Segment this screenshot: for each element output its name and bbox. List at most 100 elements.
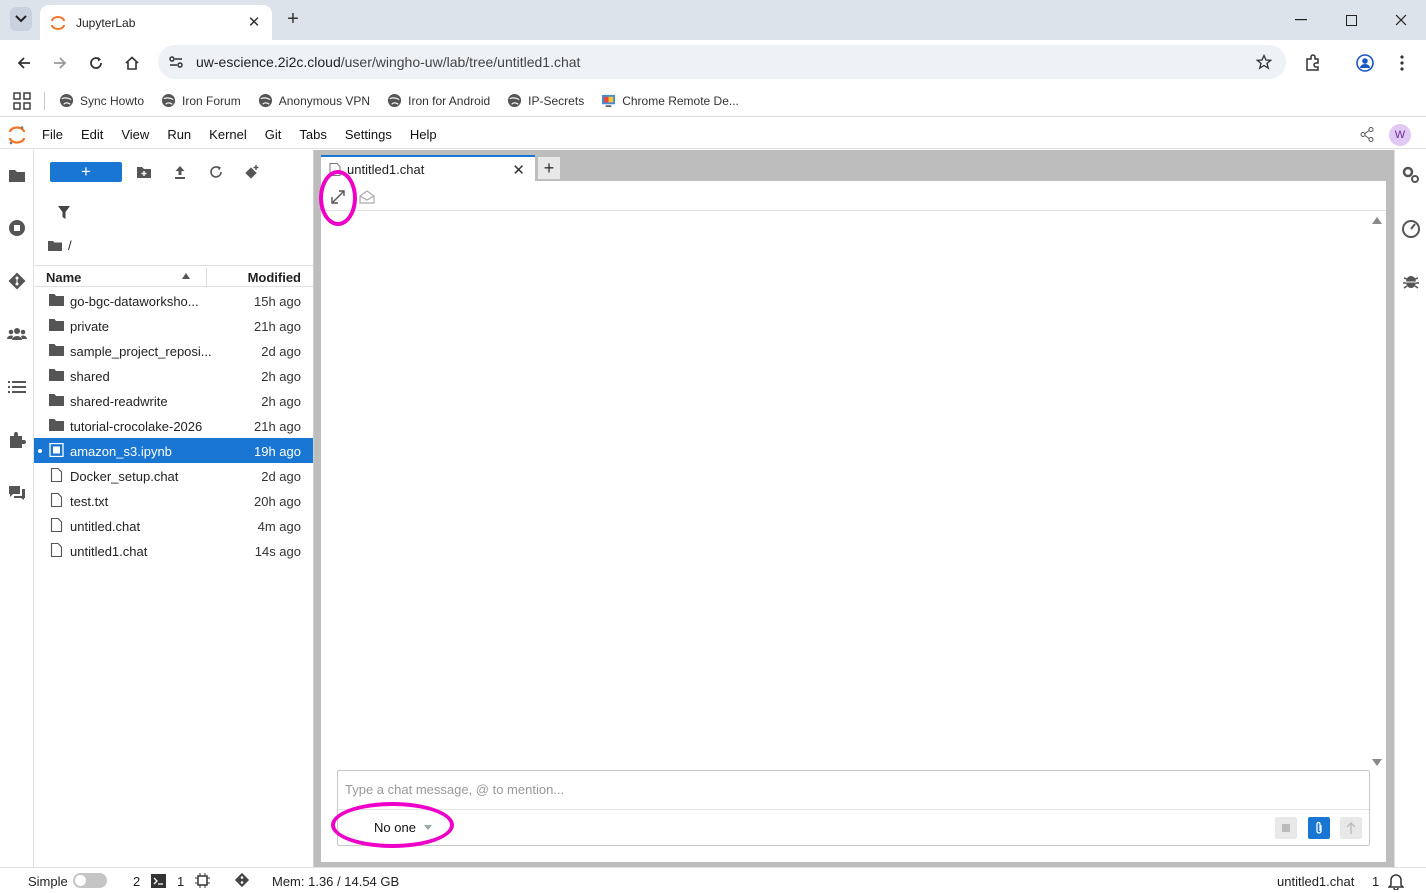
table-of-contents-tab[interactable] (6, 376, 28, 398)
file-list-item[interactable]: private 21h ago (34, 313, 313, 338)
menu-kernel[interactable]: Kernel (209, 127, 247, 142)
scroll-up-arrow[interactable] (1372, 217, 1382, 224)
file-modified: 2h ago (261, 369, 301, 384)
file-list-item[interactable]: sample_project_reposi... 2d ago (34, 338, 313, 363)
forward-button[interactable] (48, 51, 72, 75)
browser-tab[interactable]: JupyterLab ✕ (40, 5, 272, 40)
user-avatar[interactable]: W (1389, 124, 1411, 146)
property-inspector-icon[interactable] (1400, 164, 1422, 186)
profile-button[interactable] (1353, 51, 1377, 75)
menu-settings[interactable]: Settings (345, 127, 392, 142)
window-controls (1276, 0, 1426, 40)
menu-git[interactable]: Git (265, 127, 282, 142)
file-list-item[interactable]: shared-readwrite 2h ago (34, 388, 313, 413)
running-sessions-tab[interactable] (6, 217, 28, 239)
close-window-button[interactable] (1376, 0, 1426, 40)
file-list-header: Name Modified (34, 265, 313, 287)
bookmark-star-icon[interactable] (1256, 54, 1272, 70)
breadcrumb: / (48, 238, 72, 253)
collaboration-tab[interactable] (6, 323, 28, 345)
file-list-item[interactable]: untitled.chat 4m ago (34, 513, 313, 538)
extensions-button[interactable] (1301, 51, 1325, 75)
stop-button[interactable] (1275, 817, 1297, 839)
debugger-bug-icon[interactable] (1400, 270, 1422, 292)
filter-icon[interactable] (58, 206, 70, 219)
file-modified: 14s ago (254, 544, 301, 559)
file-modified: 21h ago (254, 419, 301, 434)
kernel-count[interactable]: 1 (177, 874, 184, 889)
bookmark-item[interactable]: Iron for Android (387, 93, 490, 108)
bookmark-item[interactable]: Sync Howto (59, 93, 144, 108)
address-bar[interactable]: uw-escience.2i2c.cloud/user/wingho-uw/la… (158, 45, 1286, 79)
memory-usage: Mem: 1.36 / 14.54 GB (272, 874, 400, 889)
profile-icon (1356, 54, 1374, 72)
menu-view[interactable]: View (121, 127, 149, 142)
column-name[interactable]: Name (46, 270, 81, 285)
column-divider[interactable] (206, 268, 207, 286)
menu-tabs[interactable]: Tabs (299, 127, 326, 142)
bookmark-item[interactable]: IP-Secrets (507, 93, 584, 108)
send-button[interactable] (1340, 817, 1362, 839)
chat-toolbar (321, 181, 1386, 211)
git-tab[interactable] (6, 270, 28, 292)
file-icon (50, 518, 63, 532)
reload-button[interactable] (84, 51, 108, 75)
extension-manager-tab[interactable] (6, 429, 28, 451)
column-modified[interactable]: Modified (248, 270, 301, 285)
notification-count[interactable]: 1 (1372, 874, 1379, 889)
close-tab-icon[interactable]: ✕ (246, 14, 262, 31)
new-tab-button[interactable]: + (282, 8, 304, 30)
bookmark-item[interactable]: Chrome Remote De... (601, 93, 739, 108)
chat-tab[interactable] (6, 482, 28, 504)
git-icon[interactable] (234, 872, 250, 888)
terminal-icon[interactable] (151, 874, 166, 888)
file-name: amazon_s3.ipynb (70, 444, 172, 459)
new-folder-icon[interactable] (136, 164, 152, 180)
jupyter-favicon-icon (51, 15, 65, 30)
back-button[interactable] (12, 51, 36, 75)
refresh-icon[interactable] (208, 164, 224, 180)
bookmark-item[interactable]: Iron Forum (161, 93, 241, 108)
mark-read-icon[interactable] (359, 189, 375, 205)
file-list-item[interactable]: Docker_setup.chat 2d ago (34, 463, 313, 488)
folder-icon[interactable] (48, 240, 62, 251)
new-launcher-button[interactable]: + (50, 162, 122, 182)
terminal-count[interactable]: 2 (133, 874, 140, 889)
bell-icon[interactable] (1388, 872, 1404, 890)
file-browser-tab[interactable] (0, 164, 33, 186)
file-list-item[interactable]: tutorial-crocolake-2026 21h ago (34, 413, 313, 438)
file-list-item[interactable]: amazon_s3.ipynb 19h ago (34, 438, 313, 463)
git-clone-icon[interactable] (244, 164, 260, 180)
close-document-icon[interactable]: ✕ (512, 161, 525, 179)
site-settings-icon[interactable] (168, 54, 184, 70)
upload-icon[interactable] (172, 164, 188, 180)
chat-message-input[interactable]: Type a chat message, @ to mention... (345, 782, 564, 797)
file-list-item[interactable]: shared 2h ago (34, 363, 313, 388)
bookmark-item[interactable]: Anonymous VPN (258, 93, 370, 108)
sort-ascending-icon[interactable] (182, 273, 190, 279)
browser-menu-button[interactable] (1390, 51, 1414, 75)
scroll-down-arrow[interactable] (1372, 759, 1382, 766)
document-tab[interactable]: untitled1.chat ✕ (321, 155, 535, 181)
menu-run[interactable]: Run (167, 127, 191, 142)
simple-mode-toggle[interactable] (73, 873, 107, 888)
new-document-tab-button[interactable]: + (538, 157, 560, 179)
file-modified: 2d ago (261, 469, 301, 484)
maximize-button[interactable] (1326, 0, 1376, 40)
tab-search-button[interactable] (10, 7, 32, 31)
status-bar: Simple 2 1 Mem: 1.36 / 14.54 GB untitled… (0, 867, 1426, 893)
attach-button[interactable] (1308, 817, 1330, 839)
file-list-item[interactable]: untitled1.chat 14s ago (34, 538, 313, 563)
minimize-button[interactable] (1276, 0, 1326, 40)
file-list-item[interactable]: test.txt 20h ago (34, 488, 313, 513)
share-icon[interactable] (1360, 127, 1374, 142)
kernel-chip-icon[interactable] (195, 873, 210, 888)
menu-help[interactable]: Help (410, 127, 437, 142)
apps-grid-icon[interactable] (12, 91, 32, 111)
menu-file[interactable]: File (42, 127, 63, 142)
breadcrumb-root[interactable]: / (68, 238, 72, 253)
home-button[interactable] (120, 51, 144, 75)
resource-usage-gauge-icon[interactable] (1400, 217, 1422, 239)
file-list-item[interactable]: go-bgc-dataworksho... 15h ago (34, 288, 313, 313)
menu-edit[interactable]: Edit (81, 127, 103, 142)
